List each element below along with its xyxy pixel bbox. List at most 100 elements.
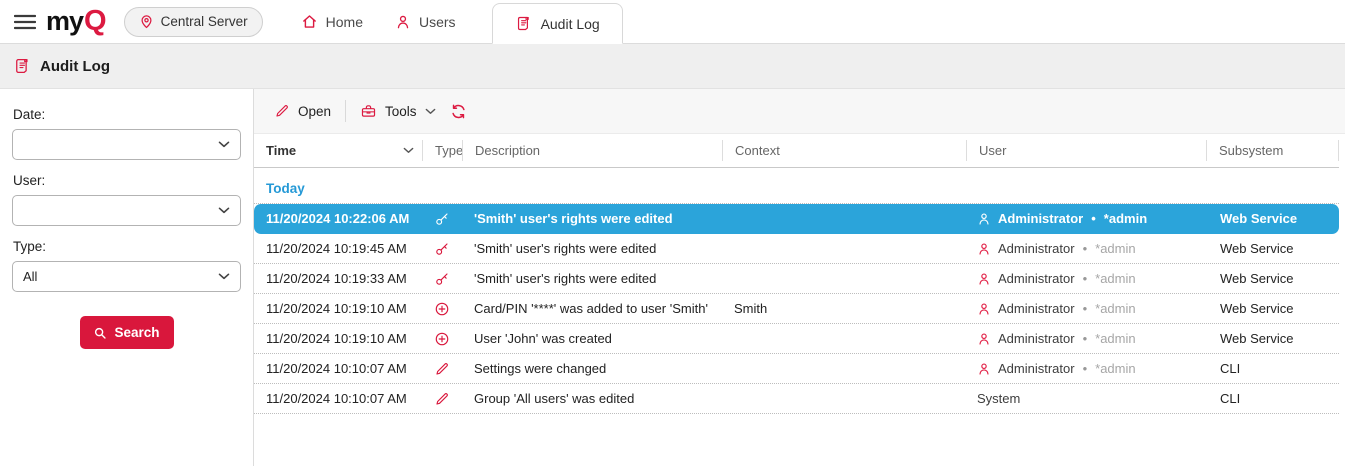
table-row[interactable]: 11/20/2024 10:22:06 AM 'Smith' user's ri…	[254, 204, 1339, 234]
tools-dropdown-button[interactable]: Tools	[352, 97, 444, 126]
row-user-detail: *admin	[1095, 361, 1135, 376]
row-user-separator: •	[1083, 361, 1088, 376]
row-type	[422, 301, 462, 317]
row-description: 'Smith' user's rights were edited	[462, 271, 722, 286]
open-button[interactable]: Open	[266, 97, 339, 125]
table-row[interactable]: 11/20/2024 10:19:10 AM User 'John' was c…	[254, 324, 1339, 354]
column-header-context[interactable]: Context	[722, 140, 966, 161]
table-row[interactable]: 11/20/2024 10:10:07 AM Group 'All users'…	[254, 384, 1339, 414]
server-selector-button[interactable]: Central Server	[124, 7, 263, 37]
column-header-description[interactable]: Description	[462, 140, 722, 161]
search-button-label: Search	[114, 325, 159, 340]
table-body: Today 11/20/2024 10:22:06 AM 'Smith' use…	[254, 168, 1345, 466]
toolbar-divider	[345, 100, 346, 122]
myq-logo: myQ	[46, 5, 106, 38]
row-type	[422, 241, 462, 257]
row-user-detail: *admin	[1095, 241, 1135, 256]
row-user-separator: •	[1083, 331, 1088, 346]
tab-audit-log[interactable]: Audit Log	[492, 3, 623, 44]
row-user-separator: •	[1083, 301, 1088, 316]
key-icon	[434, 241, 450, 257]
top-bar: myQ Central Server Home Users Audit Log	[0, 0, 1345, 44]
add-circle-icon	[434, 301, 450, 317]
column-header-user[interactable]: User	[966, 140, 1206, 161]
user-icon	[977, 332, 991, 346]
user-icon	[977, 362, 991, 376]
column-header-type[interactable]: Type	[422, 140, 462, 161]
table-row[interactable]: 11/20/2024 10:19:10 AM Card/PIN '****' w…	[254, 294, 1339, 324]
location-pin-icon	[139, 14, 154, 29]
row-time: 11/20/2024 10:10:07 AM	[254, 391, 422, 406]
toolbox-icon	[360, 103, 377, 120]
row-time: 11/20/2024 10:19:10 AM	[254, 301, 422, 316]
user-filter-select[interactable]	[12, 195, 241, 226]
content-area: Date: User: Type: All Search	[0, 89, 1345, 466]
type-filter-value: All	[23, 269, 37, 284]
search-button[interactable]: Search	[80, 316, 174, 349]
home-icon	[301, 13, 318, 30]
key-icon	[434, 211, 450, 227]
row-user-name: Administrator	[998, 241, 1075, 256]
refresh-button[interactable]	[444, 97, 473, 126]
row-user-detail: *admin	[1104, 211, 1147, 226]
chevron-down-icon	[218, 207, 230, 214]
column-header-time[interactable]: Time	[254, 140, 422, 161]
row-subsystem: Web Service	[1206, 241, 1339, 256]
main-panel: Open Tools Time Type Descr	[254, 89, 1345, 466]
row-user-name: Administrator	[998, 331, 1075, 346]
pencil-icon	[274, 103, 290, 119]
row-time: 11/20/2024 10:19:33 AM	[254, 271, 422, 286]
row-subsystem: CLI	[1206, 391, 1339, 406]
row-user-name: Administrator	[998, 211, 1083, 226]
row-time: 11/20/2024 10:22:06 AM	[254, 211, 422, 226]
chevron-down-icon	[425, 108, 436, 115]
row-subsystem: Web Service	[1206, 211, 1339, 226]
pencil-icon	[434, 361, 450, 377]
tab-audit-log-label: Audit Log	[541, 16, 600, 32]
row-user-name: System	[977, 391, 1020, 406]
row-subsystem: Web Service	[1206, 301, 1339, 316]
type-filter-select[interactable]: All	[12, 261, 241, 292]
table-row[interactable]: 11/20/2024 10:10:07 AM Settings were cha…	[254, 354, 1339, 384]
date-filter-select[interactable]	[12, 129, 241, 160]
row-description: 'Smith' user's rights were edited	[462, 241, 722, 256]
row-type	[422, 391, 462, 407]
column-header-time-label: Time	[266, 143, 296, 158]
open-button-label: Open	[298, 104, 331, 119]
menu-icon[interactable]	[10, 7, 40, 37]
table-rows: 11/20/2024 10:22:06 AM 'Smith' user's ri…	[254, 204, 1345, 414]
row-user-detail: *admin	[1095, 301, 1135, 316]
user-icon	[977, 212, 991, 226]
row-time: 11/20/2024 10:19:10 AM	[254, 331, 422, 346]
table-row[interactable]: 11/20/2024 10:19:45 AM 'Smith' user's ri…	[254, 234, 1339, 264]
user-icon	[977, 272, 991, 286]
row-user-detail: *admin	[1095, 331, 1135, 346]
server-selector-label: Central Server	[161, 14, 248, 29]
row-user: Administrator • *admin	[966, 301, 1206, 316]
row-description: Settings were changed	[462, 361, 722, 376]
pencil-icon	[434, 391, 450, 407]
user-icon	[977, 242, 991, 256]
row-subsystem: CLI	[1206, 361, 1339, 376]
user-filter-label: User:	[13, 173, 241, 188]
row-user-name: Administrator	[998, 361, 1075, 376]
row-user-separator: •	[1091, 211, 1096, 226]
table-header-row: Time Type Description Context User Subsy…	[254, 134, 1339, 168]
row-subsystem: Web Service	[1206, 331, 1339, 346]
row-type	[422, 361, 462, 377]
row-user: Administrator • *admin	[966, 361, 1206, 376]
column-header-subsystem[interactable]: Subsystem	[1206, 140, 1339, 161]
row-user: Administrator • *admin	[966, 331, 1206, 346]
tab-users[interactable]: Users	[395, 14, 456, 30]
row-context: Smith	[722, 301, 966, 316]
myq-audit-log-window: myQ Central Server Home Users Audit Log …	[0, 0, 1345, 467]
group-header-today: Today	[254, 181, 1339, 204]
table-row[interactable]: 11/20/2024 10:19:33 AM 'Smith' user's ri…	[254, 264, 1339, 294]
row-user-detail: *admin	[1095, 271, 1135, 286]
time-sort-chevron-icon[interactable]	[403, 147, 414, 154]
row-type	[422, 331, 462, 347]
key-icon	[434, 271, 450, 287]
page-title: Audit Log	[40, 58, 110, 75]
date-filter-label: Date:	[13, 107, 241, 122]
tab-home[interactable]: Home	[301, 13, 363, 30]
